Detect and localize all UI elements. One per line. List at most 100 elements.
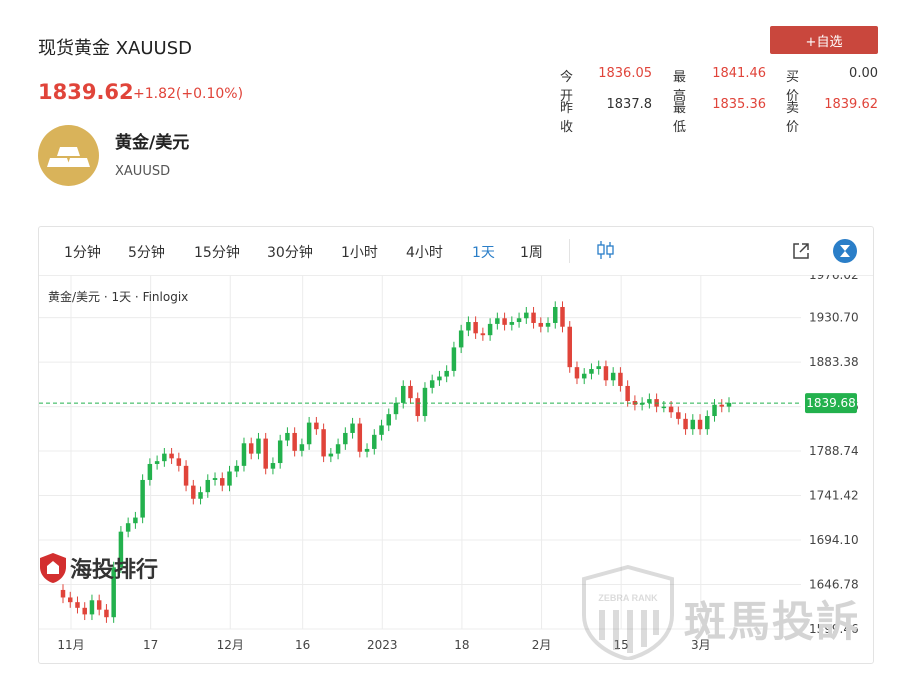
candle-body: [531, 312, 536, 323]
candle-body: [647, 399, 652, 403]
candle-body: [328, 453, 334, 457]
candle-body: [437, 376, 442, 381]
candle-body: [589, 369, 594, 374]
y-tick-label: 1741.42: [809, 489, 859, 503]
x-tick-label: 18: [454, 638, 469, 652]
candle-body: [712, 404, 717, 417]
low-value: 1835.36: [712, 97, 766, 112]
y-tick-label: 1976.02: [809, 275, 859, 282]
candle-body: [705, 416, 710, 430]
candle-body: [400, 385, 406, 403]
timeframe-1h[interactable]: 1小时: [341, 242, 378, 262]
candle-body: [422, 387, 428, 417]
candle-body: [256, 438, 261, 454]
candle-body: [538, 322, 544, 327]
x-tick-label: 12月: [217, 638, 244, 652]
candle-body: [386, 414, 392, 426]
watermark-right-text: 斑馬投訴: [684, 597, 861, 646]
candle-body: [241, 443, 247, 466]
hourglass-icon[interactable]: [832, 238, 858, 264]
candle-body: [560, 306, 565, 327]
candle-body: [335, 444, 341, 454]
timeframe-4h[interactable]: 4小时: [406, 242, 443, 262]
candle-body: [220, 478, 225, 486]
candle-body: [429, 380, 435, 388]
candle-type-icon[interactable]: [597, 240, 615, 260]
watermark-left: 海投排行: [38, 552, 158, 584]
high-value: 1841.46: [712, 66, 766, 81]
candle-body: [553, 306, 558, 323]
candle-body: [314, 422, 319, 430]
timeframe-1w[interactable]: 1周: [520, 242, 543, 262]
candle-body: [60, 589, 66, 598]
candle-body: [372, 434, 377, 449]
candle-body: [357, 423, 363, 452]
candle-body: [618, 372, 623, 386]
candle-body: [82, 607, 87, 615]
candle-body: [162, 453, 167, 462]
last-price-label: 1839.68: [806, 396, 856, 410]
candle-body: [364, 448, 370, 452]
timeframe-1min[interactable]: 1分钟: [64, 242, 101, 262]
candle-body: [567, 326, 572, 368]
candle-body: [487, 323, 493, 336]
candle-body: [154, 461, 160, 464]
ask-value: 1839.62: [824, 97, 878, 112]
candle-body: [466, 322, 471, 331]
candle-body: [379, 425, 384, 435]
x-tick-label: 11月: [57, 638, 84, 652]
y-tick-label: 1930.70: [809, 311, 859, 325]
candle-body: [191, 485, 196, 499]
candle-body: [270, 463, 276, 469]
candle-body: [545, 322, 551, 327]
candle-body: [321, 429, 326, 457]
candle-body: [183, 465, 189, 486]
x-tick-label: 2023: [367, 638, 398, 652]
candle-body: [625, 385, 630, 401]
asset-code: XAUUSD: [115, 164, 171, 179]
candle-body: [350, 423, 355, 433]
candle-body: [227, 471, 232, 486]
candle-body: [458, 330, 464, 348]
candle-body: [169, 453, 174, 459]
bid-value: 0.00: [849, 66, 878, 81]
candle-body: [415, 398, 420, 417]
candle-body: [147, 463, 153, 480]
candle-body: [198, 492, 203, 499]
candle-body: [89, 600, 95, 615]
prev-close-value: 1837.8: [606, 97, 653, 112]
x-tick-label: 16: [295, 638, 310, 652]
timeframe-5min[interactable]: 5分钟: [128, 242, 165, 262]
candle-body: [495, 318, 500, 324]
timeframe-30min[interactable]: 30分钟: [267, 242, 313, 262]
timeframe-15min[interactable]: 15分钟: [194, 242, 240, 262]
share-icon[interactable]: [792, 242, 810, 260]
candle-body: [480, 333, 486, 336]
candle-body: [581, 373, 587, 379]
watermark-badge-text: ZEBRA RANK: [598, 593, 658, 603]
open-value: 1836.05: [598, 66, 652, 81]
candle-body: [473, 322, 478, 334]
chart-series-label: 黄金/美元 · 1天 · Finlogix: [48, 290, 189, 304]
candle-body: [451, 347, 457, 371]
toolbar-divider: [569, 239, 570, 263]
candle-body: [516, 318, 522, 323]
candle-body: [574, 367, 580, 379]
candle-body: [690, 419, 696, 430]
candle-body: [292, 432, 297, 451]
candle-body: [299, 444, 305, 451]
timeframe-1d[interactable]: 1天: [472, 242, 495, 262]
x-tick-label: 17: [143, 638, 158, 652]
candle-body: [610, 372, 616, 381]
y-tick-label: 1694.10: [809, 533, 859, 547]
candle-body: [697, 419, 703, 430]
price-change: +1.82(+0.10%): [133, 86, 244, 102]
prev-close-label: 昨收: [560, 101, 574, 135]
candle-body: [603, 366, 609, 381]
shield-logo-icon: [40, 553, 66, 583]
candle-body: [719, 404, 725, 407]
candle-body: [596, 366, 601, 370]
gold-bars-icon: [38, 125, 99, 186]
y-tick-label: 1788.74: [809, 444, 859, 458]
add-watchlist-button[interactable]: +自选: [770, 26, 878, 54]
